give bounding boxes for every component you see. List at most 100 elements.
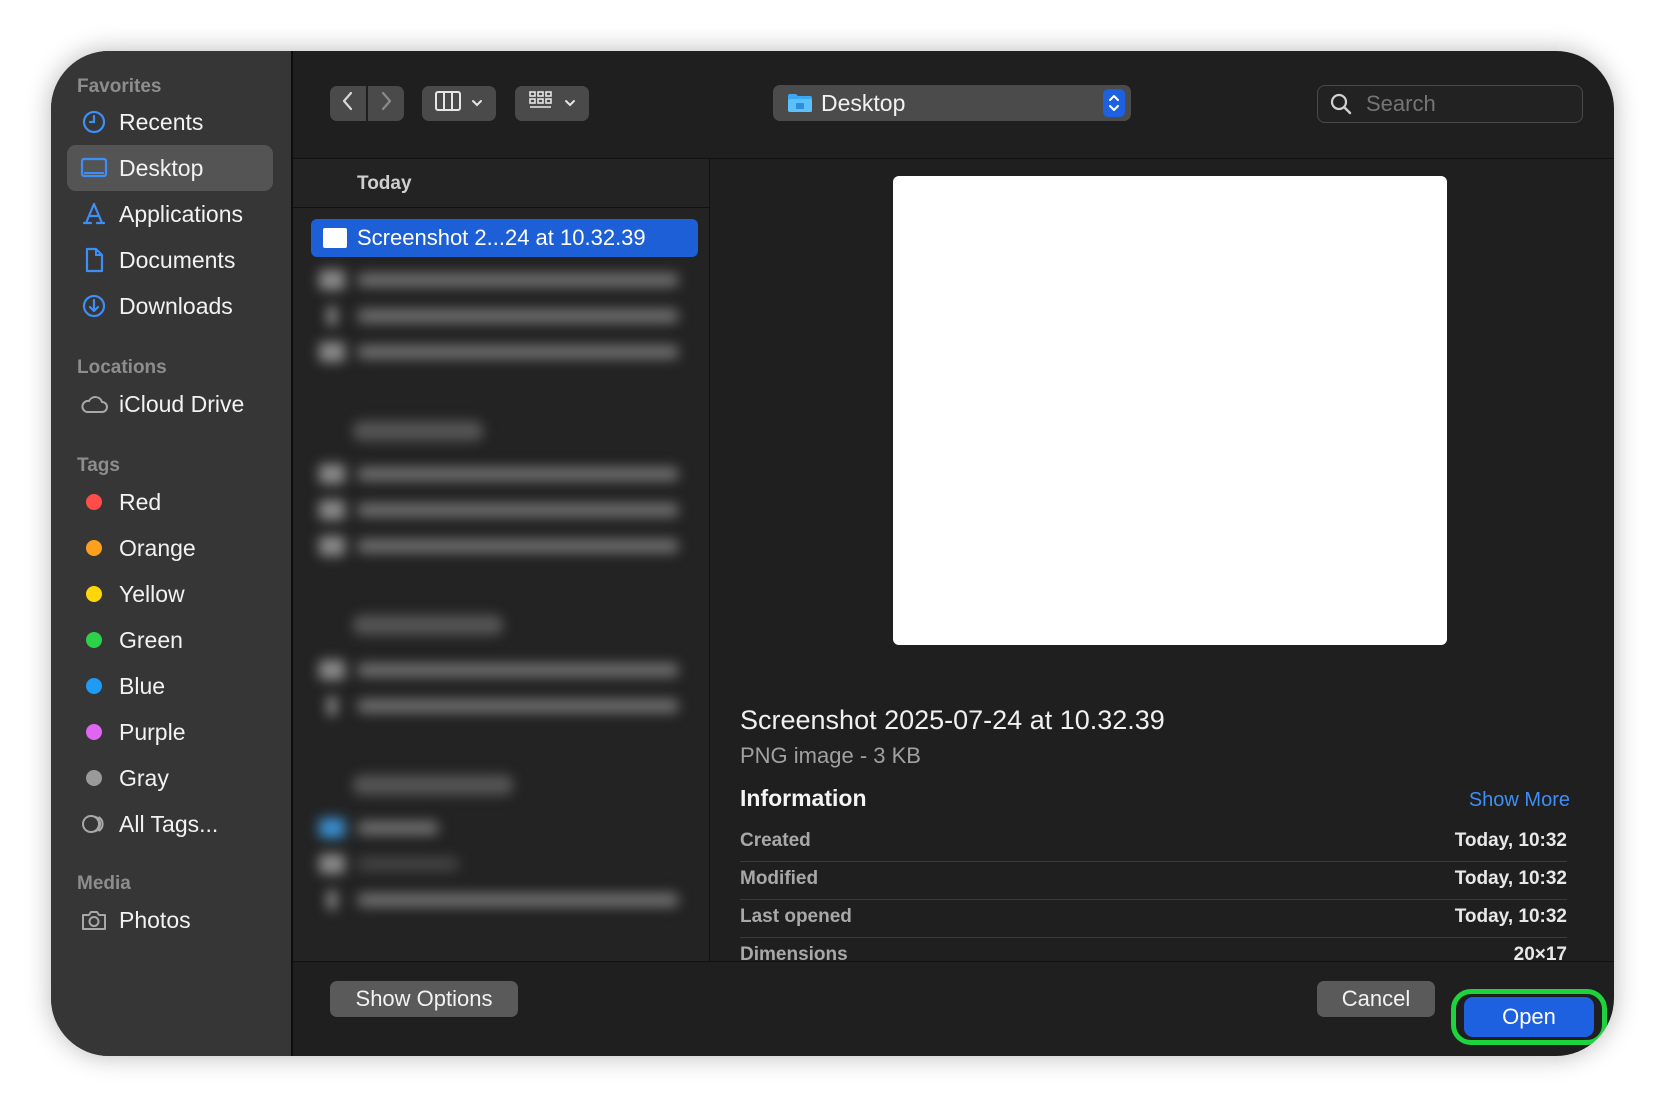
tag-dot-icon (79, 625, 109, 655)
file-row[interactable] (319, 535, 679, 557)
sidebar-item-label: Downloads (119, 292, 233, 319)
file-row[interactable] (319, 889, 679, 911)
sidebar-tag-gray[interactable]: Gray (67, 755, 273, 801)
view-mode-button[interactable] (422, 86, 496, 121)
file-row[interactable] (319, 463, 679, 485)
preview-pane: Screenshot 2025-07-24 at 10.32.39 PNG im… (710, 159, 1614, 965)
tag-dot-icon (79, 533, 109, 563)
file-row-selected[interactable]: Screenshot 2...24 at 10.32.39 (311, 219, 698, 257)
sidebar-item-label: Recents (119, 108, 204, 135)
sidebar-item-icloud-drive[interactable]: iCloud Drive (67, 381, 273, 427)
group-header-redacted (353, 615, 503, 635)
media-section-title: Media (77, 873, 131, 894)
meta-key: Created (740, 830, 811, 851)
file-row[interactable] (319, 499, 679, 521)
tag-dot-icon (79, 671, 109, 701)
camera-icon (79, 905, 109, 935)
meta-key: Last opened (740, 906, 852, 927)
image-file-icon (323, 228, 347, 248)
sidebar-item-applications[interactable]: Applications (67, 191, 273, 237)
preview-file-name: Screenshot 2025-07-24 at 10.32.39 (740, 705, 1165, 735)
file-row[interactable] (319, 341, 679, 363)
chevron-down-icon (564, 95, 576, 113)
document-icon (79, 245, 109, 275)
folder-row[interactable] (319, 817, 439, 839)
back-button[interactable] (330, 86, 366, 121)
file-row[interactable] (319, 659, 679, 681)
meta-value: Today, 10:32 (1454, 906, 1567, 927)
sidebar-item-label: Gray (119, 764, 169, 791)
sidebar-item-documents[interactable]: Documents (67, 237, 273, 283)
desktop-icon (79, 153, 109, 183)
meta-key: Modified (740, 868, 819, 889)
meta-row-created: Created Today, 10:32 (740, 821, 1567, 862)
search-icon (1330, 93, 1352, 115)
sidebar-tag-blue[interactable]: Blue (67, 663, 273, 709)
meta-value: Today, 10:32 (1454, 868, 1567, 889)
up-down-chevron-icon (1103, 89, 1125, 117)
sidebar-all-tags[interactable]: All Tags... (67, 801, 273, 847)
sidebar-tag-purple[interactable]: Purple (67, 709, 273, 755)
meta-key: Dimensions (740, 944, 848, 965)
sidebar-item-recents[interactable]: Recents (67, 99, 273, 145)
sidebar: Favorites Recents Desktop Applications D… (51, 51, 293, 1056)
sidebar-item-label: Photos (119, 906, 191, 933)
cloud-icon (79, 389, 109, 419)
meta-value: Today, 10:32 (1454, 830, 1567, 851)
tag-color-dot (86, 770, 102, 786)
tag-color-dot (86, 632, 102, 648)
chevron-down-icon (471, 95, 483, 113)
sidebar-item-desktop[interactable]: Desktop (67, 145, 273, 191)
sidebar-item-label: Documents (119, 246, 236, 273)
cancel-button[interactable]: Cancel (1317, 981, 1435, 1017)
grid-icon (528, 90, 554, 117)
all-tags-icon (79, 809, 109, 839)
file-row[interactable] (319, 305, 679, 327)
sidebar-tag-orange[interactable]: Orange (67, 525, 273, 571)
sidebar-item-label: iCloud Drive (119, 390, 245, 417)
tag-color-dot (86, 494, 102, 510)
show-options-button[interactable]: Show Options (330, 981, 518, 1017)
download-icon (79, 291, 109, 321)
tags-section-title: Tags (77, 455, 120, 476)
show-more-link[interactable]: Show More (1469, 789, 1570, 812)
preview-thumbnail (893, 176, 1447, 645)
favorites-section-title: Favorites (77, 76, 162, 97)
sidebar-item-label: All Tags... (119, 810, 219, 837)
search-field[interactable] (1317, 85, 1583, 123)
tag-dot-icon (79, 487, 109, 517)
forward-button[interactable] (368, 86, 404, 121)
sidebar-item-label: Orange (119, 534, 196, 561)
open-file-dialog: Favorites Recents Desktop Applications D… (51, 51, 1614, 1056)
file-row[interactable] (319, 695, 679, 717)
chevron-right-icon (378, 90, 394, 117)
sidebar-item-label: Blue (119, 672, 166, 699)
open-button[interactable]: Open (1464, 997, 1594, 1037)
file-row-label: Screenshot 2...24 at 10.32.39 (357, 225, 646, 250)
meta-row-last-opened: Last opened Today, 10:32 (740, 897, 1567, 938)
sidebar-tag-yellow[interactable]: Yellow (67, 571, 273, 617)
file-row[interactable] (319, 269, 679, 291)
sidebar-item-label: Yellow (119, 580, 185, 607)
meta-value: 20×17 (1513, 944, 1567, 965)
search-input[interactable] (1364, 90, 1568, 118)
file-list[interactable]: Today Screenshot 2...24 at 10.32.39 (293, 159, 710, 961)
sidebar-tag-green[interactable]: Green (67, 617, 273, 663)
folder-icon (787, 92, 813, 114)
group-header-redacted (353, 775, 513, 795)
location-popup[interactable]: Desktop (773, 85, 1131, 121)
group-header-today: Today (357, 173, 412, 194)
tag-dot-icon (79, 579, 109, 609)
chevron-left-icon (340, 90, 356, 117)
tag-dot-icon (79, 763, 109, 793)
clock-icon (79, 107, 109, 137)
sidebar-item-photos[interactable]: Photos (67, 897, 273, 943)
sidebar-tag-red[interactable]: Red (67, 479, 273, 525)
tag-dot-icon (79, 717, 109, 747)
sidebar-item-label: Desktop (119, 154, 204, 181)
file-row[interactable] (319, 853, 459, 875)
footer-divider (293, 961, 1614, 962)
columns-view-icon (435, 91, 461, 116)
sidebar-item-downloads[interactable]: Downloads (67, 283, 273, 329)
group-by-button[interactable] (515, 86, 589, 121)
